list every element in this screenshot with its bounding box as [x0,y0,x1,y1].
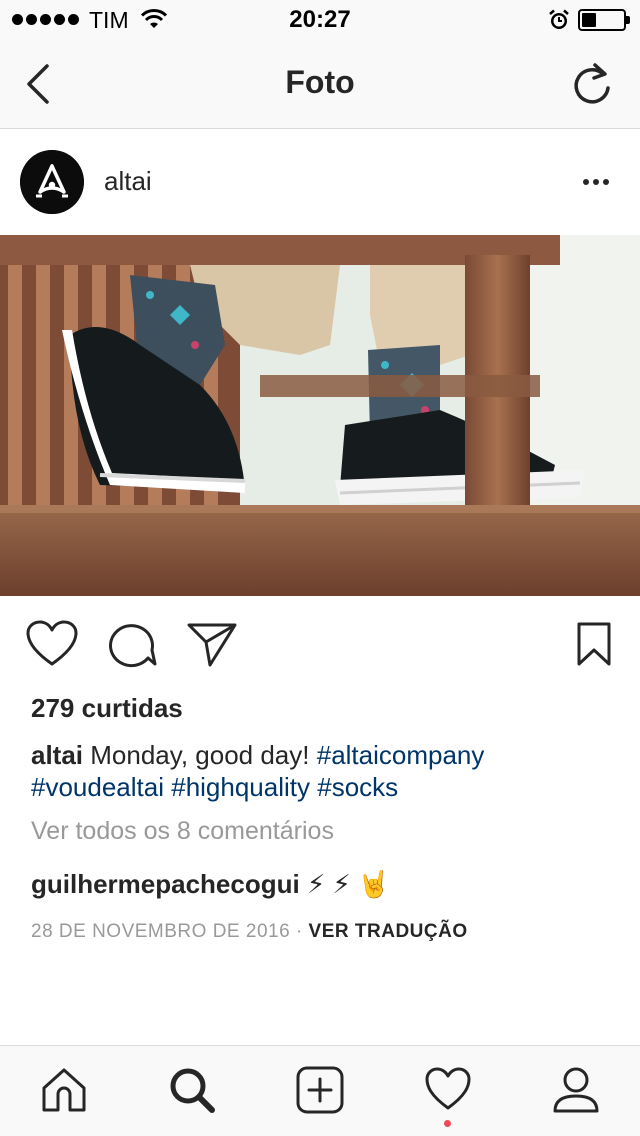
post-username[interactable]: altai [104,166,152,197]
comment-username[interactable]: guilhermepachecogui [31,869,300,899]
heart-icon[interactable] [26,620,78,668]
battery-icon [578,9,630,31]
refresh-button[interactable] [570,60,614,108]
comment-text: ⚡ ⚡ 🤘 [306,869,391,899]
search-icon[interactable] [168,1066,216,1114]
hashtag-link[interactable]: #socks [317,772,398,802]
meta-separator: · [295,921,303,942]
hashtag-link[interactable]: #altaicompany [317,740,485,770]
like-count[interactable]: 279 curtidas [31,693,183,724]
activity-heart-icon[interactable] [424,1066,472,1114]
post-photo-image [0,235,640,596]
post-photo[interactable] [0,235,640,596]
home-icon[interactable] [40,1066,88,1114]
add-post-icon[interactable] [296,1066,344,1114]
notification-dot [444,1120,451,1127]
more-dots-icon[interactable] [578,170,614,194]
paper-plane-icon[interactable] [186,620,238,668]
view-all-comments-link[interactable]: Ver todos os 8 comentários [31,817,334,846]
post-date: 28 DE NOVEMBRO DE 2016 [31,921,291,942]
hashtag-link[interactable]: #voudealtai [31,772,164,802]
status-time: 20:27 [289,6,351,33]
alarm-icon [549,9,569,29]
post-header: altai [0,130,640,235]
post-caption: altai Monday, good day! #altaicompany #v… [31,739,621,803]
avatar[interactable] [20,150,84,214]
caption-username[interactable]: altai [31,740,83,770]
post-meta: 28 DE NOVEMBRO DE 2016 · VER TRADUÇÃO [31,921,468,943]
status-bar: TIM 20:27 [0,0,640,40]
post-actions [0,596,640,692]
profile-icon[interactable] [552,1066,600,1114]
comment-bubble-icon[interactable] [106,620,158,668]
caption-text: Monday, good day! [90,740,310,770]
navigation-header: Foto [0,40,640,129]
hashtag-link[interactable]: #highquality [171,772,310,802]
comment-item: guilhermepachecogui ⚡ ⚡ 🤘 [31,869,390,900]
page-title: Foto [285,64,355,100]
bottom-tab-bar [0,1045,640,1136]
see-translation-link[interactable]: VER TRADUÇÃO [309,921,468,942]
bookmark-icon[interactable] [574,620,614,668]
